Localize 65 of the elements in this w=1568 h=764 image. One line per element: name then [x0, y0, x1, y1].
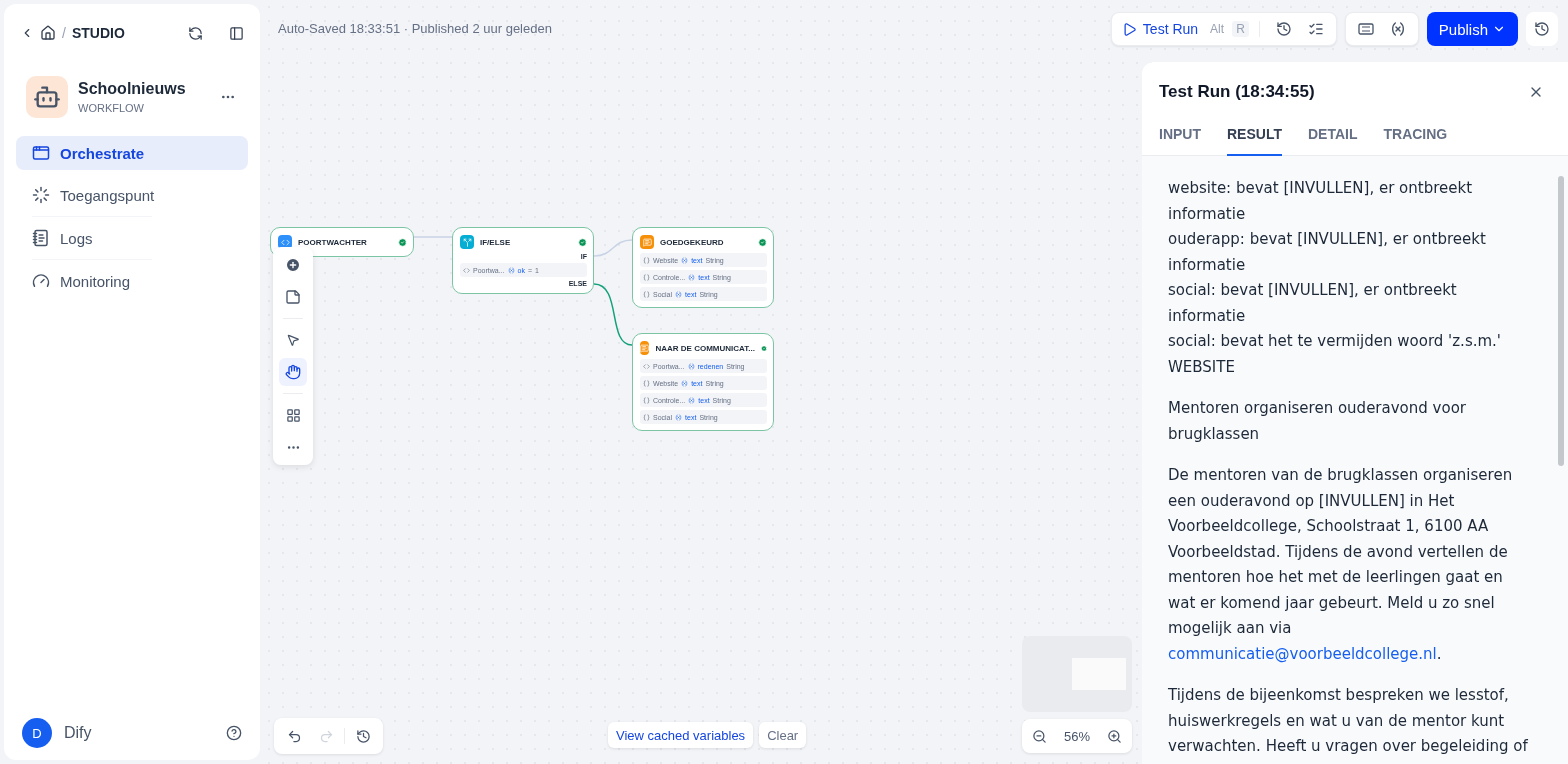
clear-button[interactable]: Clear: [759, 722, 807, 748]
variable-icon: [507, 266, 515, 274]
variable-icon: [687, 362, 695, 370]
test-run-button[interactable]: Test Run: [1117, 21, 1203, 37]
connector-line: [593, 239, 633, 257]
shortcut-key: R: [1232, 21, 1249, 37]
window-icon: [32, 144, 50, 162]
message-icon: [640, 235, 654, 249]
variable-icon: [681, 256, 689, 264]
breadcrumb-separator: /: [62, 25, 66, 41]
node-title: IF/ELSE: [480, 237, 512, 247]
user-name: Dify: [64, 724, 93, 742]
result-paragraph: De mentoren van de brugklassen organiseren een ouderavond op [INVULLEN] in Het Voorbeeldcollege, Schoolstraat 1, 6100 AA Voorbeeldstad. Tijdens de avond vertellen de mentoren hoe het met de leerlingen gaat en wat er komend jaar gebeurt. Meld u zo snel mogelijk aan via communicatie@voorbeeldcollege.nl.: [1168, 465, 1514, 665]
panel-toggle-icon[interactable]: [229, 25, 244, 41]
help-icon[interactable]: [226, 725, 242, 741]
connector-line: [593, 283, 633, 346]
success-icon: [578, 237, 587, 247]
home-icon[interactable]: [40, 25, 56, 41]
result-paragraph: Tijdens de bijeenkomst bespreken we lesstof, huiswerkregels en wat u van de mentor kunt verwachten. Heeft u vragen over begeleiding of: [1168, 685, 1528, 757]
view-cached-variables-button[interactable]: View cached variables: [608, 722, 754, 748]
variable-icon: [675, 290, 683, 298]
nav-item[interactable]: Toegangspunt: [16, 178, 248, 212]
message-icon: [640, 341, 650, 355]
branch-icon: [460, 235, 474, 249]
panel-tab[interactable]: TRACING: [1383, 120, 1448, 156]
node-title: GOEDGEKEURD: [660, 237, 725, 247]
workflow-node[interactable]: POORTWACHTER: [270, 227, 414, 257]
publish-button[interactable]: Publish: [1426, 12, 1518, 46]
hand-icon[interactable]: [279, 358, 307, 386]
success-icon: [760, 343, 767, 353]
variable-icon: [688, 273, 696, 281]
gauge-icon: [32, 272, 50, 290]
code-icon: [463, 266, 470, 274]
panel-tab[interactable]: INPUT: [1159, 120, 1201, 156]
save-status: Auto-Saved 18:33:51 · Published 2 uur geleden: [278, 21, 552, 36]
user-avatar[interactable]: D: [22, 718, 52, 748]
breadcrumb-title[interactable]: STUDIO: [71, 25, 125, 41]
zoom-level[interactable]: 56%: [1058, 728, 1096, 744]
play-icon: [1121, 21, 1137, 37]
nav-item[interactable]: Orchestrate: [16, 136, 248, 170]
result-line: social: bevat het te vermijden woord 'z.s.m.': [1168, 331, 1502, 352]
variable-icon: [675, 413, 683, 421]
nav-item[interactable]: Monitoring: [16, 264, 248, 298]
app-name: Schoolnieuws: [78, 80, 187, 98]
history-icon: [1534, 21, 1550, 37]
panel-title: Test Run (18:34:55): [1159, 82, 1315, 102]
nav-item[interactable]: Logs: [16, 221, 248, 255]
node-title: NAAR DE COMMUNICAT...: [655, 343, 755, 353]
variable-icon: [681, 379, 689, 387]
document-icon: [32, 229, 50, 247]
variable-icon: [688, 396, 696, 404]
result-line: WEBSITE: [1168, 356, 1236, 378]
app-type: WORKFLOW: [78, 102, 145, 114]
panel-tab[interactable]: DETAIL: [1307, 120, 1358, 156]
result-paragraph: Mentoren organiseren ouderavond voor brugklassen: [1168, 398, 1467, 445]
success-icon: [398, 237, 407, 247]
email-link[interactable]: communicatie@voorbeeldcollege.nl: [1168, 644, 1437, 663]
success-icon: [758, 237, 767, 247]
version-history-button[interactable]: [1526, 12, 1558, 46]
shortcut-key: Alt: [1206, 21, 1229, 37]
robot-icon: [26, 76, 68, 118]
refresh-icon[interactable]: [188, 25, 203, 41]
node-title: POORTWACHTER: [298, 237, 368, 247]
scrollbar[interactable]: [1558, 176, 1564, 466]
burst-icon: [32, 186, 50, 204]
